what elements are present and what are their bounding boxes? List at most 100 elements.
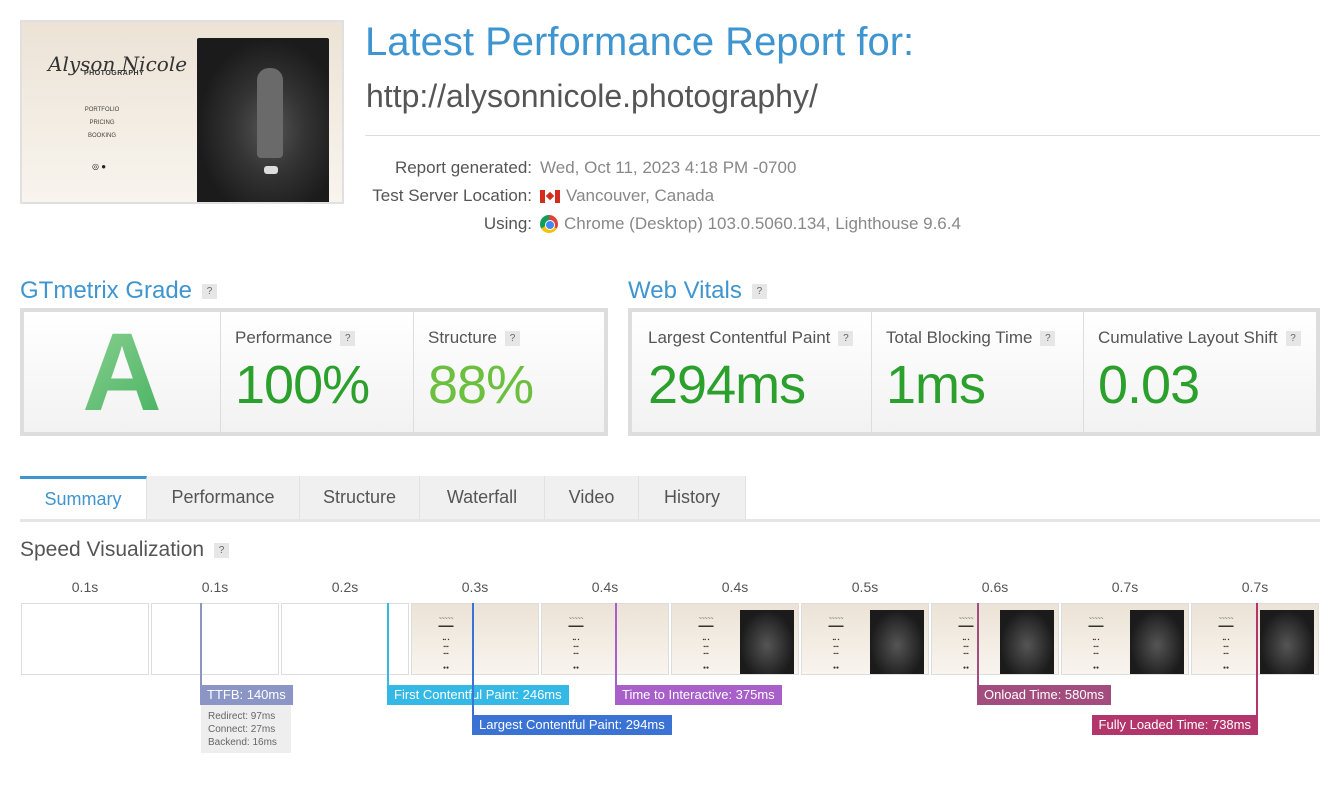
frame-content: ~~~~~ ▬▬▬ ▪▪ ▪ ▪▪▪ ▪▪▪ ●● [438,616,454,671]
frame-photo [1000,610,1054,674]
help-icon[interactable]: ? [838,330,854,346]
info-label: Using: [483,214,532,233]
frame-photo [740,610,794,674]
filmstrip-frame[interactable]: ~~~~~ ▬▬▬ ▪▪ ▪ ▪▪▪ ▪▪▪ ●● [541,603,669,675]
filmstrip-frame[interactable] [281,603,409,675]
structure-label: Structure [428,328,497,347]
grade-letter: A [24,312,220,428]
marker-label: Onload Time: 580ms [977,685,1111,705]
vital-value: 294ms [648,355,806,415]
site-logo: Alyson Nicole PHOTOGRAPHY [48,52,187,77]
structure-score: 88% [428,355,534,415]
filmstrip-frame[interactable]: ~~~~~ ▬▬▬ ▪▪ ▪ ▪▪▪ ▪▪▪ ●● [1191,603,1319,675]
marker-line [200,603,202,685]
filmstrip-frame[interactable]: ~~~~~ ▬▬▬ ▪▪ ▪ ▪▪▪ ▪▪▪ ●● [801,603,929,675]
marker-label: First Contentful Paint: 246ms [387,685,569,705]
info-value: Wed, Oct 11, 2023 4:18 PM -0700 [540,158,797,177]
frame-photo [1130,610,1184,674]
help-icon[interactable]: ? [340,330,356,346]
cls-cell: Cumulative Layout Shift? 0.03 [1084,312,1316,432]
help-icon[interactable]: ? [202,283,218,299]
nav-booking: BOOKING [87,133,116,139]
site-nav: PORTFOLIO PRICING BOOKING [77,104,127,143]
frame-content: ~~~~~ ▬▬▬ ▪▪ ▪ ▪▪▪ ▪▪▪ ●● [568,616,584,671]
frame-time-label: 0.4s [721,579,749,595]
performance-score: 100% [235,355,370,415]
filmstrip-frame[interactable] [151,603,279,675]
lcp-cell: Largest Contentful Paint? 294ms [632,312,872,432]
frame-time-label: 0.5s [851,579,879,595]
info-value: Chrome (Desktop) 103.0.5060.134, Lightho… [564,214,961,233]
heading-text: GTmetrix Grade [20,277,193,304]
tab-performance[interactable]: Performance [147,476,300,519]
connect-time: Connect: 27ms [208,724,276,735]
frame-time-label: 0.2s [331,579,359,595]
heading-text: Web Vitals [628,277,742,304]
divider [365,135,1320,136]
vital-label: Total Blocking Time [886,328,1033,347]
report-tabs: Summary Performance Structure Waterfall … [20,476,1320,522]
info-label: Report generated: [394,158,532,177]
help-icon[interactable]: ? [1040,330,1056,346]
gtmetrix-grade-heading: GTmetrix Grade? [20,277,218,305]
performance-label: Performance [235,328,333,347]
backend-time: Backend: 16ms [208,737,277,748]
tab-waterfall[interactable]: Waterfall [420,476,545,519]
help-icon[interactable]: ? [504,330,520,346]
vital-label: Cumulative Layout Shift [1098,328,1278,347]
page-title: Latest Performance Report for: [365,20,915,64]
tab-video[interactable]: Video [545,476,639,519]
filmstrip-frame[interactable]: ~~~~~ ▬▬▬ ▪▪ ▪ ▪▪▪ ▪▪▪ ●● [1061,603,1189,675]
web-vitals-panel: Largest Contentful Paint? 294ms Total Blo… [628,308,1320,436]
filmstrip-frame[interactable]: ~~~~~ ▬▬▬ ▪▪ ▪ ▪▪▪ ▪▪▪ ●● [671,603,799,675]
frame-time-label: 0.4s [591,579,619,595]
filmstrip-frame[interactable] [21,603,149,675]
nav-portfolio: PORTFOLIO [84,107,120,113]
tab-structure[interactable]: Structure [300,476,420,519]
tbt-cell: Total Blocking Time? 1ms [872,312,1084,432]
frame-content: ~~~~~ ▬▬▬ ▪▪ ▪ ▪▪▪ ▪▪▪ ●● [1088,616,1104,671]
vital-value: 0.03 [1098,355,1200,415]
structure-cell: Structure? 88% [414,312,604,432]
site-photo [197,38,329,202]
frame-content: ~~~~~ ▬▬▬ ▪▪ ▪ ▪▪▪ ▪▪▪ ●● [1218,616,1234,671]
performance-cell: Performance? 100% [221,312,414,432]
frame-time-label: 0.7s [1111,579,1139,595]
heading-text: Speed Visualization [20,538,205,561]
marker-line [472,603,474,715]
vital-value: 1ms [886,355,986,415]
frame-photo [870,610,924,674]
site-screenshot-thumbnail: Alyson Nicole PHOTOGRAPHY PORTFOLIO PRICI… [20,20,344,204]
filmstrip-frame[interactable]: ~~~~~ ▬▬▬ ▪▪ ▪ ▪▪▪ ▪▪▪ ●● [411,603,539,675]
canada-flag-icon [540,189,560,203]
help-icon[interactable]: ? [751,283,767,299]
using-row: Using: Chrome (Desktop) 103.0.5060.134, L… [300,214,1200,234]
vital-label: Largest Contentful Paint [648,328,831,347]
help-icon[interactable]: ? [214,542,230,558]
chrome-icon [540,215,558,233]
web-vitals-heading: Web Vitals? [628,277,767,305]
marker-label: TTFB: 140ms [200,685,293,705]
marker-line [615,603,617,685]
report-url[interactable]: http://alysonnicole.photography/ [366,78,818,115]
frame-time-label: 0.3s [461,579,489,595]
grade-cell: A [24,312,221,432]
frame-content: ~~~~~ ▬▬▬ ▪▪ ▪ ▪▪▪ ▪▪▪ ●● [828,616,844,671]
frame-time-label: 0.7s [1241,579,1269,595]
marker-line [977,603,979,685]
marker-line [387,603,389,685]
marker-label: Time to Interactive: 375ms [615,685,782,705]
tab-history[interactable]: History [639,476,746,519]
frame-content: ~~~~~ ▬▬▬ ▪▪ ▪ ▪▪▪ ▪▪▪ ●● [958,616,974,671]
marker-label: Largest Contentful Paint: 294ms [472,715,672,735]
social-icons: ◎ ● [92,162,107,171]
frame-content: ~~~~~ ▬▬▬ ▪▪ ▪ ▪▪▪ ▪▪▪ ●● [698,616,714,671]
frame-time-label: 0.1s [201,579,229,595]
redirect-time: Redirect: 97ms [208,711,276,722]
help-icon[interactable]: ? [1285,330,1301,346]
marker-line [1256,603,1258,715]
tab-summary[interactable]: Summary [20,476,147,519]
filmstrip-frame[interactable]: ~~~~~ ▬▬▬ ▪▪ ▪ ▪▪▪ ▪▪▪ ●● [931,603,1059,675]
nav-pricing: PRICING [89,120,115,126]
speed-visualization-heading: Speed Visualization? [20,538,230,562]
